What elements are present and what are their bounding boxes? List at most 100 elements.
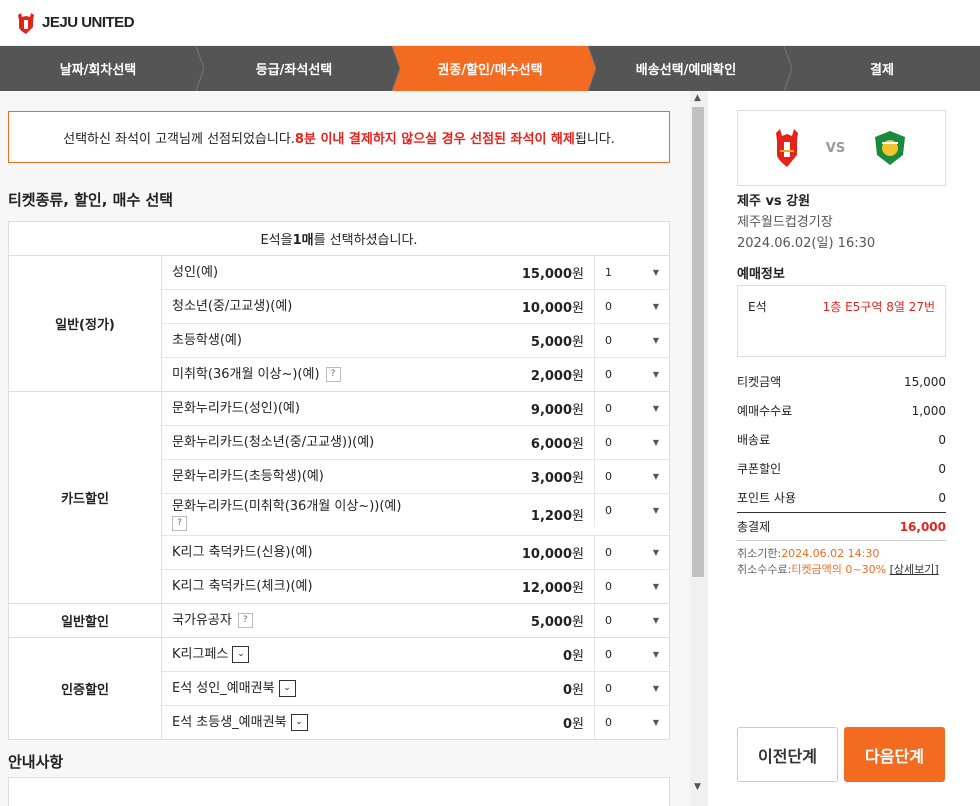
expand-chevron-icon[interactable]: ⌄ <box>232 646 250 663</box>
quantity-select[interactable]: 0 ▼ <box>594 426 669 459</box>
step-arrow-icon <box>188 46 204 91</box>
cancel-policy: 취소기한:2024.06.02 14:30 취소수수료:티켓금액의 0~30% … <box>737 546 939 578</box>
ticket-price: 3,000 <box>530 471 573 486</box>
scrollbar[interactable]: ▲ ▼ <box>690 91 708 806</box>
expand-chevron-icon[interactable]: ⌄ <box>278 680 296 697</box>
ticket-name: E석 성인_예매권북 <box>172 681 275 696</box>
quantity-value: 0 <box>605 716 612 729</box>
step-label: 권종/할인/매수선택 <box>437 63 543 78</box>
step-navigation: 날짜/회차선택 등급/좌석선택 권종/할인/매수선택 배송선택/예매확인 결제 <box>0 46 980 91</box>
ticket-row: K리그페스 ⌄ 0 원 0 ▼ <box>162 638 669 672</box>
quantity-select[interactable]: 0 ▼ <box>594 638 669 671</box>
currency-unit: 원 <box>572 581 584 596</box>
help-icon[interactable]: ? <box>172 515 187 531</box>
summary-label: 포인트 사용 <box>737 491 797 505</box>
quantity-value: 0 <box>605 580 612 593</box>
ticket-price-cell: 6,000원 <box>494 433 594 452</box>
ticket-price: 0 <box>562 717 573 732</box>
total-value: 16,000 <box>899 519 946 534</box>
ticket-price: 1,200 <box>530 509 573 524</box>
step-arrow-icon <box>384 46 400 91</box>
ticket-price-cell: 0원 <box>494 713 594 732</box>
summary-label: 쿠폰할인 <box>737 462 782 476</box>
dropdown-arrow-icon: ▼ <box>652 616 659 625</box>
ticket-row: K리그 축덕카드(신용)(예) 10,000원 0 ▼ <box>162 536 669 570</box>
ticket-group: 일반할인 국가유공자? 5,000원 0 ▼ <box>9 604 669 638</box>
quantity-select[interactable]: 0 ▼ <box>594 324 669 357</box>
ticket-name: 성인(예) <box>172 265 219 280</box>
ticket-name-cell: 청소년(중/고교생)(예) <box>162 298 494 315</box>
ticket-name-cell: K리그 축덕카드(체크)(예) <box>162 578 494 595</box>
ticket-name: 초등학생(예) <box>172 333 242 348</box>
quantity-value: 0 <box>605 648 612 661</box>
quantity-select[interactable]: 0 ▼ <box>594 570 669 603</box>
header-text: E석을 <box>260 233 293 248</box>
ticket-price: 9,000 <box>530 403 573 418</box>
scrollbar-thumb[interactable] <box>692 107 704 577</box>
quantity-select[interactable]: 0 ▼ <box>594 672 669 705</box>
ticket-name: K리그 축덕카드(신용)(예) <box>172 545 313 560</box>
quantity-select[interactable]: 0 ▼ <box>594 460 669 493</box>
currency-unit: 원 <box>572 301 584 316</box>
help-icon[interactable]: ? <box>325 367 341 382</box>
ticket-price-cell: 12,000원 <box>494 577 594 596</box>
quantity-select[interactable]: 0 ▼ <box>594 392 669 425</box>
currency-unit: 원 <box>572 615 584 630</box>
scroll-down-icon[interactable]: ▼ <box>694 782 701 792</box>
guide-box <box>8 777 670 806</box>
ticket-row: 청소년(중/고교생)(예) 10,000원 0 ▼ <box>162 290 669 324</box>
quantity-select[interactable]: 0 ▼ <box>594 604 669 637</box>
quantity-select[interactable]: 0 ▼ <box>594 358 669 391</box>
quantity-select[interactable]: 0 ▼ <box>594 290 669 323</box>
ticket-group-name: 일반(정가) <box>9 256 162 391</box>
ticket-name-cell: 미취학(36개월 이상~)(예)? <box>162 366 494 383</box>
quantity-select[interactable]: 0 ▼ <box>594 536 669 569</box>
quantity-value: 0 <box>605 682 612 695</box>
step-arrow-icon <box>580 46 596 91</box>
dropdown-arrow-icon: ▼ <box>652 302 659 311</box>
notice-text: 선택하신 좌석이 고객님께 선점되었습니다. <box>63 131 295 147</box>
next-step-button[interactable]: 다음단계 <box>844 727 945 782</box>
ticket-name-cell: E석 성인_예매권북 ⌄ <box>162 680 494 697</box>
quantity-select[interactable]: 0 ▼ <box>594 494 669 527</box>
ticket-type-table: E석을 1매 를 선택하셨습니다. 일반(정가) 성인(예) 15,000원 1 ▼ 청소년… <box>8 221 670 740</box>
quantity-value: 0 <box>605 368 612 381</box>
brand-logo[interactable]: JEJU UNITED <box>16 12 135 34</box>
ticket-price: 6,000 <box>530 437 573 452</box>
currency-unit: 원 <box>572 717 584 732</box>
ticket-price: 5,000 <box>530 615 573 630</box>
quantity-select[interactable]: 1 ▼ <box>594 256 669 289</box>
ticket-price-cell: 1,200원 <box>494 505 594 524</box>
ticket-price-cell: 5,000원 <box>494 331 594 350</box>
cancel-fee: 티켓금액의 0~30% <box>791 563 887 576</box>
ticket-name: E석 초등생_예매권북 <box>172 715 287 730</box>
quantity-value: 1 <box>605 266 612 279</box>
step-3: 권종/할인/매수선택 <box>392 46 596 91</box>
expand-chevron-icon[interactable]: ⌄ <box>290 714 308 731</box>
quantity-select[interactable]: 0 ▼ <box>594 706 669 739</box>
jeju-united-emblem-icon <box>18 12 34 34</box>
summary-label: 예매수수료 <box>737 404 793 418</box>
brand-name: JEJU UNITED <box>42 14 135 31</box>
currency-unit: 원 <box>572 437 584 452</box>
ticket-name: K리그페스 <box>172 647 229 662</box>
ticket-price: 10,000 <box>521 301 573 316</box>
ticket-price-cell: 15,000원 <box>494 263 594 282</box>
ticket-row: E석 초등생_예매권북 ⌄ 0원 0 ▼ <box>162 706 669 739</box>
summary-panel: VS 제주 vs 강원 제주월드컵경기장 2024.06.02(일) 16:30… <box>708 91 980 806</box>
step-1: 날짜/회차선택 <box>0 46 204 91</box>
ticket-price-cell: 10,000원 <box>494 297 594 316</box>
currency-unit: 원 <box>572 403 584 418</box>
ticket-price-cell: 0원 <box>494 679 594 698</box>
ticket-price-cell: 5,000원 <box>494 611 594 630</box>
currency-unit: 원 <box>572 649 584 664</box>
ticket-row: 문화누리카드(청소년(중/고교생))(예) 6,000원 0 ▼ <box>162 426 669 460</box>
ticket-row: 국가유공자? 5,000원 0 ▼ <box>162 604 669 637</box>
step-2: 등급/좌석선택 <box>196 46 400 91</box>
ticket-name-cell: 문화누리카드(초등학생)(예) <box>162 468 494 485</box>
scroll-up-icon[interactable]: ▲ <box>694 93 701 103</box>
prev-step-button[interactable]: 이전단계 <box>737 727 838 782</box>
help-icon[interactable]: ? <box>237 613 253 628</box>
step-label: 날짜/회차선택 <box>59 63 137 78</box>
cancel-detail-link[interactable]: [상세보기] <box>890 563 939 576</box>
